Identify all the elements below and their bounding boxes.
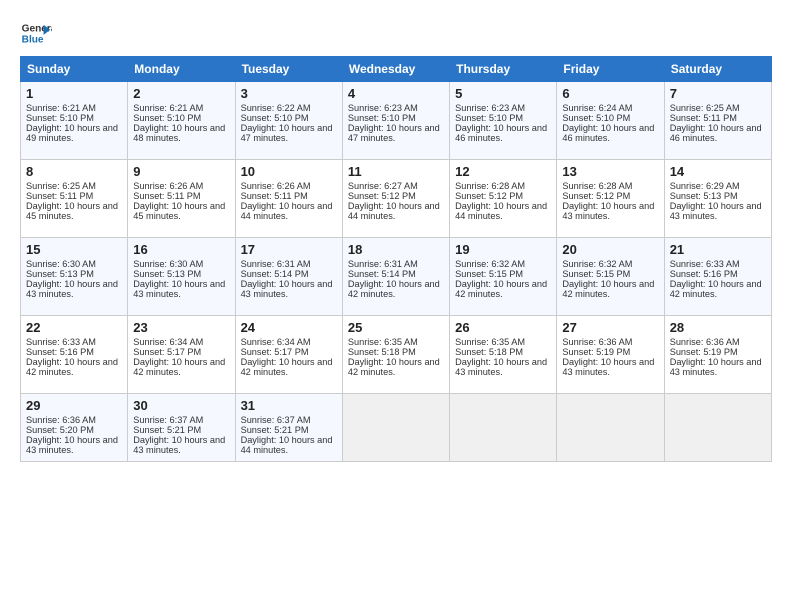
calendar-cell: 20Sunrise: 6:32 AMSunset: 5:15 PMDayligh… (557, 238, 664, 316)
calendar-cell: 2Sunrise: 6:21 AMSunset: 5:10 PMDaylight… (128, 82, 235, 160)
calendar-cell: 17Sunrise: 6:31 AMSunset: 5:14 PMDayligh… (235, 238, 342, 316)
calendar-body: 1Sunrise: 6:21 AMSunset: 5:10 PMDaylight… (21, 82, 772, 462)
day-number: 22 (26, 320, 122, 335)
calendar-cell: 24Sunrise: 6:34 AMSunset: 5:17 PMDayligh… (235, 316, 342, 394)
calendar-cell (450, 394, 557, 462)
calendar-cell: 7Sunrise: 6:25 AMSunset: 5:11 PMDaylight… (664, 82, 771, 160)
day-number: 26 (455, 320, 551, 335)
calendar-cell: 30Sunrise: 6:37 AMSunset: 5:21 PMDayligh… (128, 394, 235, 462)
day-number: 6 (562, 86, 658, 101)
weekday-header: Tuesday (235, 57, 342, 82)
calendar-cell: 16Sunrise: 6:30 AMSunset: 5:13 PMDayligh… (128, 238, 235, 316)
calendar-cell: 19Sunrise: 6:32 AMSunset: 5:15 PMDayligh… (450, 238, 557, 316)
calendar-table: SundayMondayTuesdayWednesdayThursdayFrid… (20, 56, 772, 462)
day-number: 8 (26, 164, 122, 179)
header: General Blue (20, 18, 772, 50)
day-number: 19 (455, 242, 551, 257)
day-number: 12 (455, 164, 551, 179)
calendar-cell: 28Sunrise: 6:36 AMSunset: 5:19 PMDayligh… (664, 316, 771, 394)
calendar-cell: 15Sunrise: 6:30 AMSunset: 5:13 PMDayligh… (21, 238, 128, 316)
calendar-cell: 12Sunrise: 6:28 AMSunset: 5:12 PMDayligh… (450, 160, 557, 238)
day-number: 1 (26, 86, 122, 101)
calendar-cell: 27Sunrise: 6:36 AMSunset: 5:19 PMDayligh… (557, 316, 664, 394)
day-number: 4 (348, 86, 444, 101)
day-number: 7 (670, 86, 766, 101)
day-number: 25 (348, 320, 444, 335)
day-number: 23 (133, 320, 229, 335)
calendar-cell: 9Sunrise: 6:26 AMSunset: 5:11 PMDaylight… (128, 160, 235, 238)
day-number: 15 (26, 242, 122, 257)
day-number: 9 (133, 164, 229, 179)
day-number: 24 (241, 320, 337, 335)
calendar-cell (557, 394, 664, 462)
calendar-cell: 4Sunrise: 6:23 AMSunset: 5:10 PMDaylight… (342, 82, 449, 160)
day-number: 2 (133, 86, 229, 101)
day-number: 21 (670, 242, 766, 257)
weekday-header: Wednesday (342, 57, 449, 82)
calendar-cell: 10Sunrise: 6:26 AMSunset: 5:11 PMDayligh… (235, 160, 342, 238)
weekday-header: Friday (557, 57, 664, 82)
weekday-header: Thursday (450, 57, 557, 82)
calendar-cell: 25Sunrise: 6:35 AMSunset: 5:18 PMDayligh… (342, 316, 449, 394)
day-number: 28 (670, 320, 766, 335)
day-number: 3 (241, 86, 337, 101)
calendar-cell: 14Sunrise: 6:29 AMSunset: 5:13 PMDayligh… (664, 160, 771, 238)
calendar-cell: 18Sunrise: 6:31 AMSunset: 5:14 PMDayligh… (342, 238, 449, 316)
calendar-cell: 13Sunrise: 6:28 AMSunset: 5:12 PMDayligh… (557, 160, 664, 238)
calendar-cell: 11Sunrise: 6:27 AMSunset: 5:12 PMDayligh… (342, 160, 449, 238)
calendar-cell: 21Sunrise: 6:33 AMSunset: 5:16 PMDayligh… (664, 238, 771, 316)
calendar-page: General Blue SundayMondayTuesdayWednesda… (0, 0, 792, 612)
day-number: 17 (241, 242, 337, 257)
logo-icon: General Blue (20, 18, 52, 50)
day-number: 31 (241, 398, 337, 413)
calendar-cell: 22Sunrise: 6:33 AMSunset: 5:16 PMDayligh… (21, 316, 128, 394)
day-number: 20 (562, 242, 658, 257)
day-number: 14 (670, 164, 766, 179)
calendar-cell: 8Sunrise: 6:25 AMSunset: 5:11 PMDaylight… (21, 160, 128, 238)
day-number: 13 (562, 164, 658, 179)
calendar-cell (664, 394, 771, 462)
calendar-cell: 3Sunrise: 6:22 AMSunset: 5:10 PMDaylight… (235, 82, 342, 160)
weekday-header: Sunday (21, 57, 128, 82)
day-number: 11 (348, 164, 444, 179)
calendar-cell (342, 394, 449, 462)
weekday-header: Saturday (664, 57, 771, 82)
day-number: 30 (133, 398, 229, 413)
calendar-cell: 29Sunrise: 6:36 AMSunset: 5:20 PMDayligh… (21, 394, 128, 462)
weekday-header: Monday (128, 57, 235, 82)
day-number: 10 (241, 164, 337, 179)
day-number: 16 (133, 242, 229, 257)
day-number: 29 (26, 398, 122, 413)
logo: General Blue (20, 18, 52, 50)
calendar-cell: 5Sunrise: 6:23 AMSunset: 5:10 PMDaylight… (450, 82, 557, 160)
calendar-cell: 6Sunrise: 6:24 AMSunset: 5:10 PMDaylight… (557, 82, 664, 160)
day-number: 5 (455, 86, 551, 101)
calendar-cell: 23Sunrise: 6:34 AMSunset: 5:17 PMDayligh… (128, 316, 235, 394)
svg-text:Blue: Blue (22, 34, 44, 45)
day-number: 18 (348, 242, 444, 257)
calendar-cell: 31Sunrise: 6:37 AMSunset: 5:21 PMDayligh… (235, 394, 342, 462)
calendar-cell: 26Sunrise: 6:35 AMSunset: 5:18 PMDayligh… (450, 316, 557, 394)
day-number: 27 (562, 320, 658, 335)
calendar-cell: 1Sunrise: 6:21 AMSunset: 5:10 PMDaylight… (21, 82, 128, 160)
calendar-header: SundayMondayTuesdayWednesdayThursdayFrid… (21, 57, 772, 82)
